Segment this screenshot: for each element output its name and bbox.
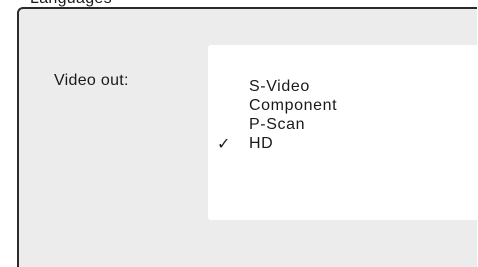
video-out-options: ✓ S-Video ✓ Component ✓ P-Scan ✓ HD — [208, 45, 478, 220]
settings-panel: Video out: ✓ S-Video ✓ Component ✓ P-Sca… — [17, 7, 478, 267]
option-label: HD — [249, 135, 274, 152]
option-label: Component — [249, 97, 338, 114]
option-label: P-Scan — [249, 116, 306, 133]
option-label: S-Video — [249, 78, 310, 95]
check-icon: ✓ — [217, 134, 232, 153]
video-out-label: Video out: — [54, 72, 129, 89]
